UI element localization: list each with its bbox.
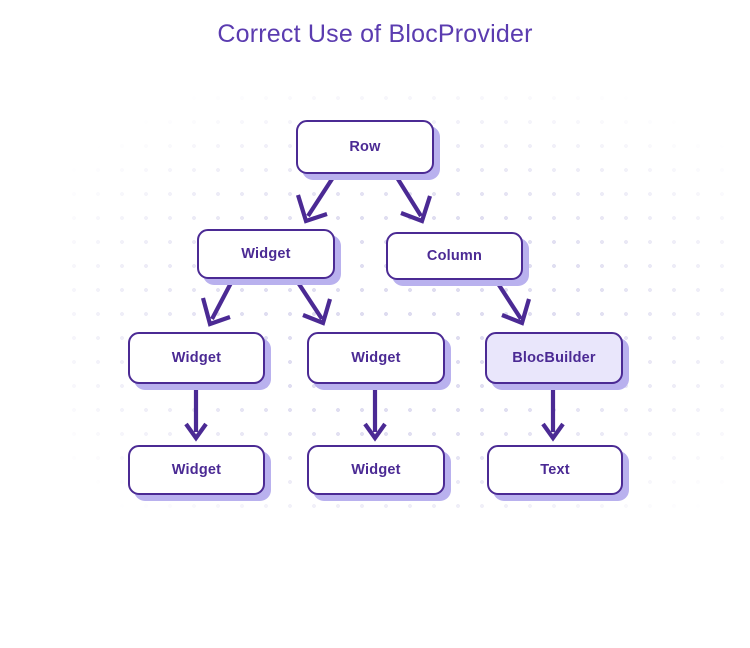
edge-blocbuilder-to-text (541, 386, 565, 442)
edge-widget-to-widget-left (200, 280, 234, 327)
node-widget-level3-left[interactable]: Widget (128, 332, 265, 384)
node-label: Widget (171, 350, 222, 366)
node-blocbuilder[interactable]: BlocBuilder (485, 332, 623, 384)
node-widget-level2[interactable]: Widget (197, 229, 335, 279)
edge-row-to-widget (295, 174, 336, 224)
node-label: Widget (171, 462, 222, 478)
edge-widget-to-widget-middle (295, 279, 333, 326)
node-widget-level4-middle[interactable]: Widget (307, 445, 445, 495)
node-widget-level3-middle[interactable]: Widget (307, 332, 445, 384)
node-label: Widget (351, 350, 401, 366)
page-title: Correct Use of BlocProvider (217, 20, 533, 48)
edge-widget-to-widget-down-left (184, 386, 208, 442)
node-label: Text (540, 462, 570, 478)
edge-row-to-column (394, 174, 433, 224)
node-label: BlocBuilder (512, 350, 596, 366)
edge-widget-to-widget-down-middle (363, 386, 387, 442)
node-label: Widget (351, 462, 401, 478)
node-label: Widget (241, 246, 291, 262)
node-label: Column (426, 248, 483, 264)
diagram-canvas: Correct Use of BlocProvider Row Widget C… (0, 0, 750, 648)
node-label: Row (349, 139, 381, 155)
arrow-layer (184, 174, 565, 442)
node-row[interactable]: Row (296, 120, 434, 174)
edge-column-to-blocbuilder (495, 280, 532, 326)
node-text[interactable]: Text (487, 445, 623, 495)
node-column[interactable]: Column (386, 232, 523, 280)
node-widget-level4-left[interactable]: Widget (128, 445, 265, 495)
